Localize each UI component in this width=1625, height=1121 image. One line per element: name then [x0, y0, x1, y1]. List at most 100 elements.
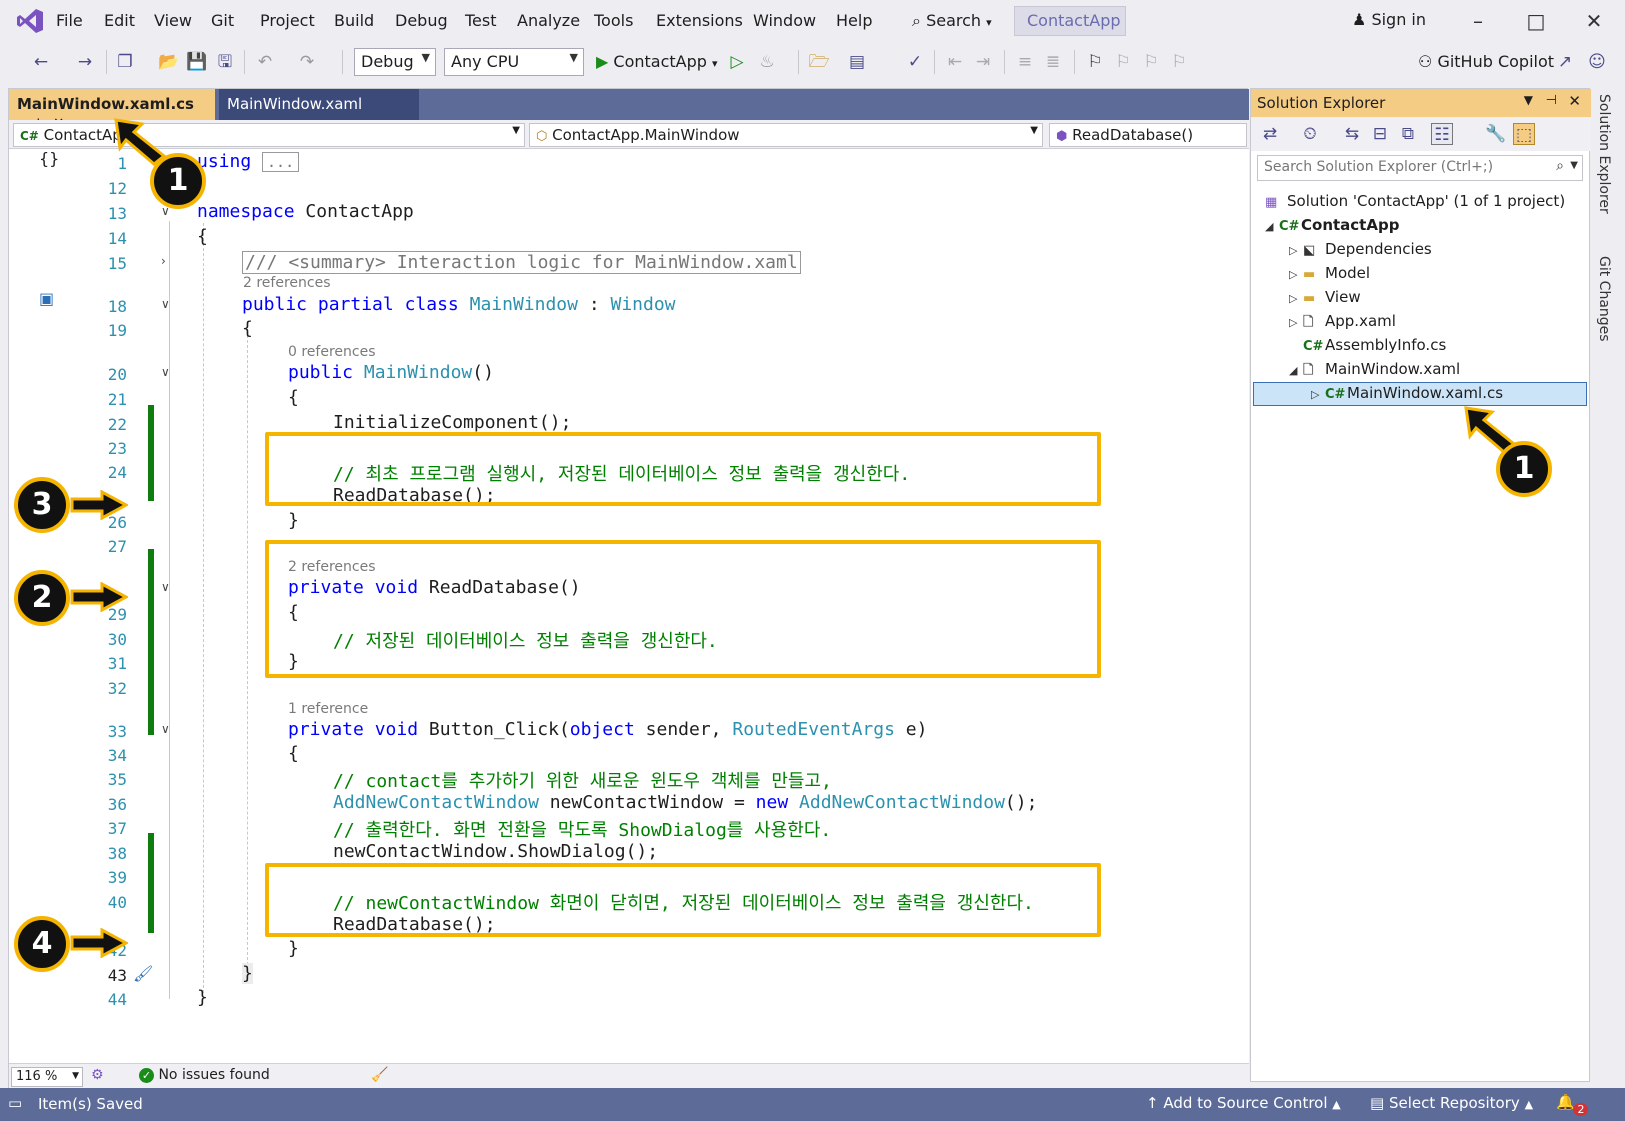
type-name: AddNewContactWindow	[799, 792, 1005, 813]
tree-mainwindow-xaml-cs[interactable]: ▷ C# MainWindow.xaml.cs	[1311, 384, 1503, 402]
menu-git[interactable]: Git	[211, 11, 234, 30]
show-all-files-icon[interactable]: ⧉	[1397, 123, 1419, 145]
menu-build[interactable]: Build	[334, 11, 374, 30]
chevron-down-icon[interactable]: ▼	[1524, 93, 1533, 107]
undo-icon[interactable]: ↶	[254, 51, 276, 73]
title-bar: File Edit View Git Project Build Debug T…	[0, 0, 1625, 42]
project-dropdown[interactable]: C# ContactApp ▼	[13, 123, 525, 147]
tree-app-xaml[interactable]: ▷ 🗋 App.xaml	[1289, 312, 1396, 335]
side-tab-solution-explorer[interactable]: Solution Explorer	[1596, 94, 1612, 214]
tab-mainwindow-xaml[interactable]: MainWindow.xaml	[219, 89, 419, 120]
indent-icon[interactable]: ⇥	[972, 51, 994, 73]
zoom-select[interactable]: 116 % ▼	[11, 1067, 83, 1087]
solution-explorer-search-input[interactable]: Search Solution Explorer (Ctrl+;) ⌕ ▼	[1257, 155, 1583, 181]
code-cleanup-icon[interactable]: 🧹	[371, 1067, 388, 1083]
start-debugging-button[interactable]: ▶ ContactApp ▾	[596, 52, 718, 71]
switch-views-icon[interactable]: ⇄	[1259, 123, 1281, 145]
menu-edit[interactable]: Edit	[104, 11, 135, 30]
select-repository-button[interactable]: ▤ Select Repository ▲	[1370, 1094, 1533, 1112]
standard-toolbar: ← → ❐ 📂 💾 🖫 ↶ ↷ Debug ▼ Any CPU ▼ ▶ Cont…	[0, 42, 1625, 82]
tree-assemblyinfo[interactable]: C# AssemblyInfo.cs	[1289, 336, 1446, 354]
properties-wrench-icon[interactable]: 🔧	[1485, 123, 1507, 145]
outdent-icon[interactable]: ⇤	[944, 51, 966, 73]
maximize-button[interactable]: □	[1516, 6, 1556, 36]
tree-model-folder[interactable]: ▷ ▬ Model	[1289, 264, 1370, 282]
save-icon[interactable]: 💾	[186, 51, 208, 73]
menu-help[interactable]: Help	[836, 11, 872, 30]
redo-icon[interactable]: ↷	[296, 51, 318, 73]
menu-analyze[interactable]: Analyze	[517, 11, 580, 30]
navigate-forward-icon[interactable]: →	[74, 51, 96, 73]
uncomment-icon[interactable]: ≣	[1042, 51, 1064, 73]
expand-triangle-icon[interactable]: ▷	[1289, 244, 1303, 257]
codelens-references[interactable]: 1 reference	[288, 701, 368, 717]
collapsed-summary[interactable]: /// <summary> Interaction logic for Main…	[242, 251, 801, 274]
collapse-triangle-icon[interactable]: ◢	[1265, 220, 1279, 233]
solution-configuration-select[interactable]: Debug ▼	[354, 48, 436, 76]
menu-file[interactable]: File	[56, 11, 83, 30]
hot-reload-icon[interactable]: ♨	[756, 51, 778, 73]
pending-changes-filter-icon[interactable]: ⏲	[1299, 123, 1321, 145]
search-box[interactable]: ⌕ Search ▾	[906, 8, 998, 35]
solution-platform-select[interactable]: Any CPU ▼	[444, 48, 584, 76]
member-dropdown[interactable]: ⬢ ReadDatabase()	[1049, 123, 1247, 147]
preview-selected-items-icon[interactable]: ☷	[1431, 123, 1453, 145]
menu-view[interactable]: View	[154, 11, 192, 30]
open-folder-icon[interactable]: 📂	[158, 51, 180, 73]
sign-in-button[interactable]: ♟ Sign in	[1352, 10, 1426, 29]
github-copilot-button[interactable]: ⚇ GitHub Copilot	[1418, 52, 1554, 71]
quick-actions-brush-icon[interactable]: 🖌	[133, 964, 153, 983]
line-number: 19	[107, 321, 127, 340]
expand-triangle-icon[interactable]: ▷	[1289, 268, 1303, 281]
tree-mainwindow-xaml[interactable]: ◢ 🗋 MainWindow.xaml	[1289, 360, 1460, 383]
collapsed-region[interactable]: ...	[262, 152, 300, 172]
next-bookmark-icon[interactable]: ⚐	[1140, 51, 1162, 73]
tree-project[interactable]: ◢ C# ContactApp	[1265, 216, 1399, 234]
minimize-button[interactable]: –	[1458, 6, 1498, 36]
spell-check-icon[interactable]: ✓	[904, 51, 926, 73]
menu-debug[interactable]: Debug	[395, 11, 448, 30]
pin-icon[interactable]: ⊣	[1546, 93, 1557, 108]
bookmark-icon[interactable]: ⚐	[1084, 51, 1106, 73]
menu-extensions[interactable]: Extensions	[656, 11, 743, 30]
previous-bookmark-icon[interactable]: ⚐	[1112, 51, 1134, 73]
issues-indicator[interactable]: ✓ No issues found	[139, 1067, 270, 1083]
add-to-source-control-button[interactable]: ↑ Add to Source Control ▲	[1146, 1094, 1341, 1112]
collapse-triangle-icon[interactable]: ◢	[1289, 364, 1303, 377]
start-without-debugging-icon[interactable]: ▷	[726, 51, 748, 73]
menu-project[interactable]: Project	[260, 11, 315, 30]
intellicode-icon[interactable]: ⚙	[91, 1067, 104, 1083]
expand-triangle-icon[interactable]: ▷	[1289, 316, 1303, 329]
type-dropdown[interactable]: ⬡ ContactApp.MainWindow ▼	[529, 123, 1043, 147]
codelens-references[interactable]: 0 references	[288, 344, 376, 360]
tree-dependencies[interactable]: ▷ ⬕ Dependencies	[1289, 240, 1432, 258]
expand-icon[interactable]: ›	[161, 254, 166, 268]
share-icon[interactable]: ↗	[1554, 51, 1576, 73]
notifications-button[interactable]: 🔔 2	[1556, 1093, 1594, 1116]
sync-with-document-icon[interactable]: ⇆	[1341, 123, 1363, 145]
feedback-icon[interactable]: ☺	[1586, 51, 1608, 73]
save-all-icon[interactable]: 🖫	[214, 51, 236, 73]
tree-solution[interactable]: ▦ Solution 'ContactApp' (1 of 1 project)	[1265, 192, 1565, 210]
window-layout-icon[interactable]: ▤	[846, 51, 868, 73]
new-project-icon[interactable]: ❐	[114, 51, 136, 73]
side-tab-git-changes[interactable]: Git Changes	[1596, 256, 1612, 342]
menu-window[interactable]: Window	[753, 11, 816, 30]
tree-view-folder[interactable]: ▷ ▬ View	[1289, 288, 1361, 306]
preview-icon[interactable]: ⬚	[1513, 123, 1535, 145]
menu-test[interactable]: Test	[465, 11, 497, 30]
collapse-all-icon[interactable]: ⊟	[1369, 123, 1391, 145]
clear-bookmarks-icon[interactable]: ⚐	[1168, 51, 1190, 73]
menu-tools[interactable]: Tools	[594, 11, 633, 30]
expand-triangle-icon[interactable]: ▷	[1289, 292, 1303, 305]
comment-icon[interactable]: ≡	[1014, 51, 1036, 73]
expand-triangle-icon[interactable]: ▷	[1311, 388, 1325, 401]
folder-view-icon[interactable]: 🗁	[808, 51, 830, 73]
close-window-button[interactable]: ✕	[1574, 6, 1614, 36]
codelens-references[interactable]: 2 references	[243, 275, 331, 291]
line-number: 44	[107, 990, 127, 1009]
code-editor[interactable]: {} ▣ 1 12 13 14 15 18 19 20 21 22 23 24 …	[9, 149, 1249, 1063]
chevron-down-icon[interactable]: ▼	[1570, 160, 1578, 171]
navigate-back-icon[interactable]: ←	[30, 51, 52, 73]
close-icon[interactable]: ✕	[1568, 92, 1581, 110]
